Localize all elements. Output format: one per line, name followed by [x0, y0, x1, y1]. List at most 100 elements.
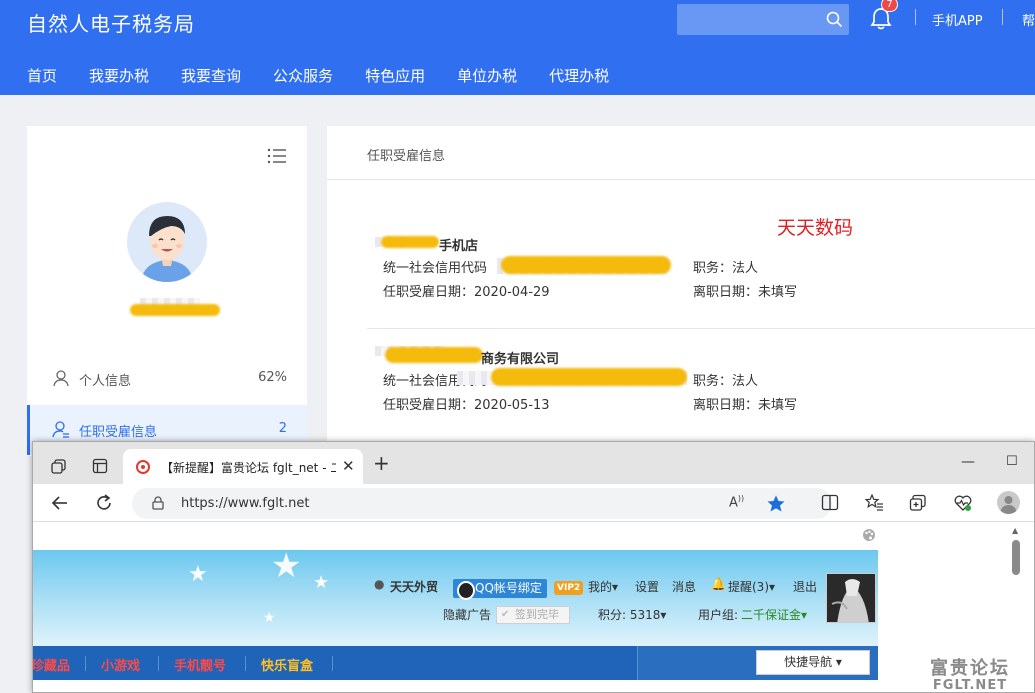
record-company-name: 手机店 — [439, 239, 479, 254]
nav-agent-tax[interactable]: 代理办税 — [549, 65, 609, 86]
bell-icon: 🔔 — [711, 577, 726, 591]
forum-username[interactable]: 天天外贸 — [390, 578, 438, 595]
points-menu[interactable]: 积分: 5318▾ — [598, 606, 666, 623]
employment-record[interactable]: 商务有限公司 统一社会信用代码 职务：法人 任职受雇日期：2020-05-13 … — [367, 346, 1035, 428]
vip-badge: VIP2 — [554, 581, 584, 595]
favorite-star-icon[interactable] — [767, 495, 785, 512]
back-arrow-icon[interactable] — [51, 494, 69, 512]
tab-actions-icon[interactable] — [92, 458, 108, 474]
nav-divider — [332, 656, 333, 671]
nav-home[interactable]: 首页 — [27, 65, 57, 86]
record-end-date: 离职日期：未填写 — [693, 285, 798, 300]
star-decoration-icon: ★ — [263, 610, 276, 626]
browser-window: 【新提醒】富贵论坛 fglt_net - 二 ✕ + — ☐ https://w… — [32, 441, 1035, 693]
new-tab-icon[interactable]: + — [373, 451, 390, 475]
sidebar-item-label: 个人信息 — [79, 374, 132, 389]
user-icon: ● — [374, 577, 385, 591]
profile-icon — [1000, 496, 1017, 514]
avatar-image-icon — [827, 574, 875, 622]
usergroup-value: 二千保证金 — [741, 608, 802, 622]
panel-header: 任职受雇信息 — [327, 126, 1035, 180]
favorites-icon[interactable] — [865, 494, 884, 511]
employment-panel: 任职受雇信息 天天数码 手机店 统一社会信用代码 职务：法人 任职受雇日期：20… — [327, 126, 1035, 456]
tab-title: 【新提醒】富贵论坛 fglt_net - 二 — [161, 461, 336, 475]
main-nav: 首页 我要办税 我要查询 公众服务 特色应用 单位办税 代理办税 — [27, 65, 641, 86]
forum-page: ★ ★ ★ ★ ● 天天外贸 QQ帐号绑定 VIP2 我的▾ 设置 消息 🔔 提… — [33, 522, 878, 692]
scrollbar-thumb[interactable] — [1012, 540, 1020, 575]
quick-nav-button[interactable]: 快捷导航 ▾ — [756, 650, 870, 675]
address-bar[interactable]: https://www.fglt.net A)) — [132, 488, 832, 519]
minimize-icon[interactable]: — — [961, 454, 975, 470]
sidebar-item-value: 2 — [278, 421, 287, 436]
forum-navbar: 珍藏品 小游戏 手机靓号 快乐盲盒 快捷导航 ▾ — [33, 646, 878, 680]
maximize-icon[interactable]: ☐ — [1006, 454, 1018, 469]
employment-record[interactable]: 手机店 统一社会信用代码 职务：法人 任职受雇日期：2020-04-29 离职日… — [367, 235, 1035, 315]
toolbar: https://www.fglt.net A)) — [33, 484, 1034, 522]
nav-phone-numbers[interactable]: 手机靓号 — [174, 655, 226, 674]
points-label: 积分: 5318 — [598, 608, 661, 622]
refresh-icon[interactable] — [95, 494, 113, 512]
qq-bind-button[interactable]: QQ帐号绑定 — [453, 579, 547, 600]
my-menu[interactable]: 我的▾ — [588, 578, 618, 595]
page-topbar — [33, 522, 878, 550]
record-position: 职务：法人 — [693, 261, 759, 276]
profile-avatar[interactable] — [997, 491, 1020, 514]
site-watermark: 富贵论坛 FGLT.NET — [930, 654, 1010, 693]
search-input[interactable] — [677, 4, 849, 35]
my-menu-label: 我的 — [588, 580, 613, 594]
lock-icon[interactable] — [152, 496, 164, 510]
nav-public-service[interactable]: 公众服务 — [273, 65, 333, 86]
browser-essentials-icon[interactable] — [953, 494, 973, 512]
nav-tax-filing[interactable]: 我要办税 — [89, 65, 149, 86]
settings-link[interactable]: 设置 — [635, 578, 659, 595]
record-start-date: 任职受雇日期：2020-04-29 — [383, 285, 550, 300]
close-tab-icon[interactable]: ✕ — [342, 457, 355, 475]
notification-badge: 7 — [881, 0, 898, 12]
list-menu-icon[interactable] — [267, 147, 287, 165]
forum-avatar[interactable] — [826, 573, 876, 623]
usergroup-menu[interactable]: 二千保证金▾ — [741, 606, 807, 623]
palette-icon[interactable] — [862, 528, 876, 542]
quick-nav-label: 快捷导航 — [784, 655, 833, 669]
user-avatar-icon — [141, 216, 193, 282]
read-aloud-icon[interactable]: A)) — [729, 494, 744, 510]
star-decoration-icon: ★ — [188, 562, 208, 587]
collections-icon[interactable] — [909, 494, 927, 512]
watermark-site-name: 富贵论坛 — [930, 658, 1010, 679]
workspaces-icon[interactable] — [50, 458, 67, 475]
sidebar-item-personal-info[interactable]: 个人信息 62% — [27, 354, 307, 404]
record-start-date: 任职受雇日期：2020-05-13 — [383, 398, 550, 413]
site-title: 自然人电子税务局 — [27, 12, 195, 36]
star-decoration-icon: ★ — [313, 572, 330, 593]
nav-featured-apps[interactable]: 特色应用 — [365, 65, 425, 86]
url-text: https://www.fglt.net — [181, 496, 310, 511]
site-header: 自然人电子税务局 7 手机APP 帮 首页 我要办税 我要查询 公众服务 特色应… — [0, 0, 1035, 95]
split-screen-icon[interactable] — [821, 494, 839, 511]
reminder-menu[interactable]: 提醒(3)▾ — [728, 578, 775, 595]
person-list-icon — [52, 421, 69, 438]
nav-divider — [85, 656, 86, 671]
nav-employer-tax[interactable]: 单位办税 — [457, 65, 517, 86]
nav-blind-box[interactable]: 快乐盲盒 — [261, 655, 313, 674]
tab-active[interactable]: 【新提醒】富贵论坛 fglt_net - 二 ✕ — [123, 449, 363, 484]
help-link[interactable]: 帮 — [1022, 10, 1035, 29]
header-divider — [1002, 9, 1003, 25]
record-credit-code-label: 统一社会信用代码 — [383, 261, 488, 276]
sign-in-button[interactable]: 签到完毕 — [496, 606, 570, 624]
nav-mini-games[interactable]: 小游戏 — [101, 655, 140, 674]
messages-link[interactable]: 消息 — [672, 578, 696, 595]
header-divider — [915, 9, 916, 25]
redacted-username — [130, 298, 220, 318]
panel-title: 任职受雇信息 — [367, 149, 446, 164]
scroll-up-icon[interactable]: ▲ — [1012, 526, 1018, 535]
logout-link[interactable]: 退出 — [793, 578, 817, 595]
nav-query[interactable]: 我要查询 — [181, 65, 241, 86]
star-decoration-icon: ★ — [271, 550, 302, 586]
nav-collectibles[interactable]: 珍藏品 — [33, 655, 70, 674]
sidebar-item-label: 任职受雇信息 — [79, 425, 158, 440]
hide-ads-link[interactable]: 隐藏广告 — [443, 606, 491, 623]
reminder-label: 提醒(3) — [728, 580, 769, 594]
sidebar-item-value: 62% — [258, 370, 287, 385]
mobile-app-link[interactable]: 手机APP — [932, 10, 983, 29]
search-icon — [826, 11, 843, 28]
